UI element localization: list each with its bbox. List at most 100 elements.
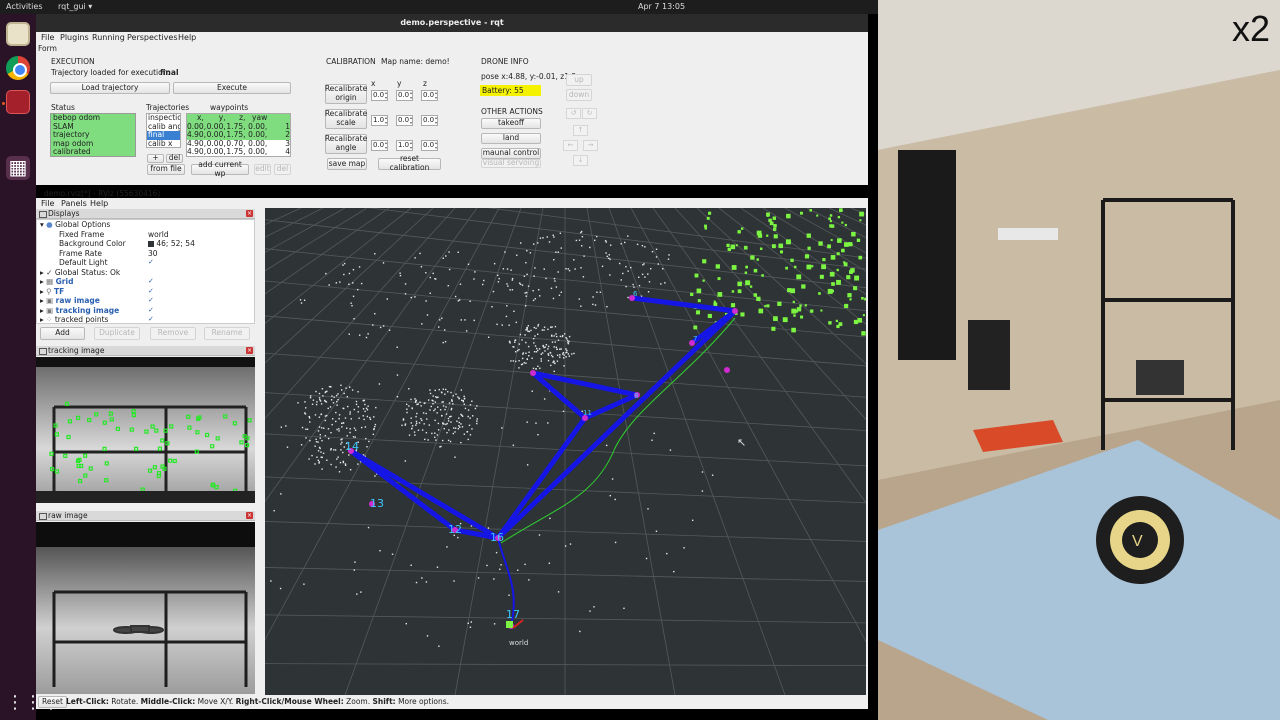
remove-display-button[interactable]: Remove	[150, 327, 196, 340]
rotate-left-icon[interactable]: ↺	[566, 108, 581, 119]
forward-arrow-icon[interactable]: ↑	[573, 125, 588, 136]
map-point	[415, 420, 418, 423]
close-icon[interactable]: ×	[246, 512, 253, 519]
visual-servoing-button[interactable]: visual servoing	[481, 158, 541, 168]
close-icon[interactable]: ×	[246, 347, 253, 354]
rviz-menu-file[interactable]: File	[41, 199, 54, 208]
add-display-button[interactable]: Add	[40, 327, 85, 340]
map-point	[525, 329, 527, 331]
menu-plugins[interactable]: Plugins	[60, 33, 89, 42]
close-icon[interactable]: ×	[246, 210, 253, 217]
edit-waypoint-button[interactable]: edit	[254, 164, 271, 175]
map-point	[562, 357, 565, 359]
tree-row[interactable]: Background Color 46; 52; 54	[37, 239, 252, 249]
waypoint-row[interactable]: 4.90, 0.00, 1.75, 0.00, 4	[187, 147, 290, 156]
scale-y-spinbox[interactable]: 0.0	[396, 115, 413, 126]
map-point	[305, 428, 307, 430]
tree-row[interactable]: Default Light ✓	[37, 258, 252, 268]
trajectory-item[interactable]: calib x	[147, 139, 180, 147]
tree-row[interactable]: Fixed Frame world	[37, 230, 252, 240]
add-current-wp-button[interactable]: add current wp	[191, 160, 249, 177]
map-point	[382, 325, 385, 327]
rqt-icon[interactable]	[6, 90, 30, 114]
map-point	[351, 389, 354, 391]
keyframe-point	[800, 211, 803, 215]
keyframe-point	[785, 266, 788, 270]
map-point	[483, 279, 485, 282]
origin-y-spinbox[interactable]: 0.0	[396, 90, 413, 101]
left-arrow-icon[interactable]: ←	[563, 140, 578, 151]
save-map-button[interactable]: save map	[327, 158, 367, 170]
chrome-icon[interactable]	[6, 56, 30, 80]
keyframe-point	[768, 218, 772, 223]
backward-arrow-icon[interactable]: ↓	[573, 155, 588, 166]
keyframe-point	[715, 264, 720, 269]
rviz-menu-help[interactable]: Help	[90, 199, 108, 208]
rename-display-button[interactable]: Rename	[204, 327, 250, 340]
tree-row[interactable]: ▸ ⚲ TF ✓	[37, 287, 252, 297]
show-applications-icon[interactable]: ⋮⋮⋮	[6, 692, 60, 716]
tree-row[interactable]: ▸ ✓ Global Status: Ok	[37, 268, 252, 278]
map-point	[374, 253, 376, 255]
displays-tree[interactable]: ▾ ● Global Options Fixed Frame world Back…	[36, 219, 255, 324]
map-point	[344, 463, 347, 465]
map-point	[419, 252, 421, 255]
keyframe-point	[844, 242, 849, 247]
angle-y-spinbox[interactable]: 1.0	[396, 140, 413, 151]
tree-row[interactable]: ▸ ▣ raw image ✓	[37, 296, 252, 306]
land-button[interactable]: land	[481, 133, 541, 144]
menu-perspectives[interactable]: Perspectives	[127, 33, 178, 42]
scale-x-spinbox[interactable]: 1.0	[371, 115, 388, 126]
show-apps-active-icon[interactable]: ▦	[6, 156, 30, 180]
waypoints-table[interactable]: x, y, z, yaw 0.00, 0.00, 1.75, 0.00, 1 4.90, 0.0…	[186, 113, 291, 157]
map-point	[537, 325, 539, 327]
rviz-3d-viewport[interactable]: 6 7 8 11 12 13 14 16 17 world ↖	[265, 208, 866, 695]
map-point	[563, 365, 565, 367]
keyframe-point	[744, 271, 748, 274]
map-point	[493, 623, 496, 625]
scale-z-spinbox[interactable]: 0.0	[421, 115, 438, 126]
recalibrate-scale-button[interactable]: Recalibrate scale	[325, 109, 367, 129]
tree-row[interactable]: ▸ ▦ Grid ✓	[37, 277, 252, 287]
angle-x-spinbox[interactable]: 0.0	[371, 140, 388, 151]
tree-row[interactable]: Frame Rate 30	[37, 249, 252, 259]
origin-z-spinbox[interactable]: 0.0	[421, 90, 438, 101]
rotate-right-icon[interactable]: ↻	[582, 108, 597, 119]
keyframe-point	[841, 248, 845, 253]
duplicate-display-button[interactable]: Duplicate	[94, 327, 140, 340]
menu-running[interactable]: Running	[92, 33, 125, 42]
keyframe-point	[862, 314, 865, 317]
map-point	[551, 335, 553, 337]
execute-button[interactable]: Execute	[173, 82, 291, 94]
clock[interactable]: Apr 7 13:05	[638, 2, 685, 11]
menu-file[interactable]: File	[41, 33, 54, 42]
recalibrate-angle-button[interactable]: Recalibrate angle	[325, 134, 367, 154]
delete-waypoint-button[interactable]: del	[274, 164, 291, 175]
files-icon[interactable]	[6, 22, 30, 46]
map-point	[345, 387, 347, 389]
rviz-menu-panels[interactable]: Panels	[61, 199, 87, 208]
angle-z-spinbox[interactable]: 0.0	[421, 140, 438, 151]
up-button[interactable]: up	[566, 74, 592, 86]
recalibrate-origin-button[interactable]: Recalibrate origin	[325, 84, 367, 104]
keyframe-point	[717, 292, 723, 297]
add-trajectory-button[interactable]: +	[147, 153, 164, 163]
reset-calibration-button[interactable]: reset calibration	[378, 155, 441, 172]
map-scene[interactable]: 6 7 8 11 12 13 14 16 17 world ↖	[265, 208, 866, 695]
right-arrow-icon[interactable]: →	[583, 140, 598, 151]
trajectories-list[interactable]: inspectio calib ang final calib x	[146, 113, 181, 148]
menu-help[interactable]: Help	[178, 33, 196, 42]
reset-view-button[interactable]: Reset	[38, 696, 67, 708]
origin-x-spinbox[interactable]: 0.0	[371, 90, 388, 101]
down-button[interactable]: down	[566, 89, 592, 101]
tree-row[interactable]: ▸ ⁘ tracked points ✓	[37, 315, 252, 323]
tree-row[interactable]: ▸ ▣ tracking image ✓	[37, 306, 252, 316]
activities-button[interactable]: Activities	[6, 2, 43, 11]
delete-trajectory-button[interactable]: del	[166, 153, 183, 163]
map-point	[470, 621, 473, 623]
map-point	[614, 498, 616, 501]
takeoff-button[interactable]: takeoff	[481, 118, 541, 129]
load-trajectory-button[interactable]: Load trajectory	[50, 82, 170, 94]
from-file-button[interactable]: from file	[147, 164, 185, 175]
app-menu[interactable]: rqt_gui ▾	[58, 2, 92, 11]
